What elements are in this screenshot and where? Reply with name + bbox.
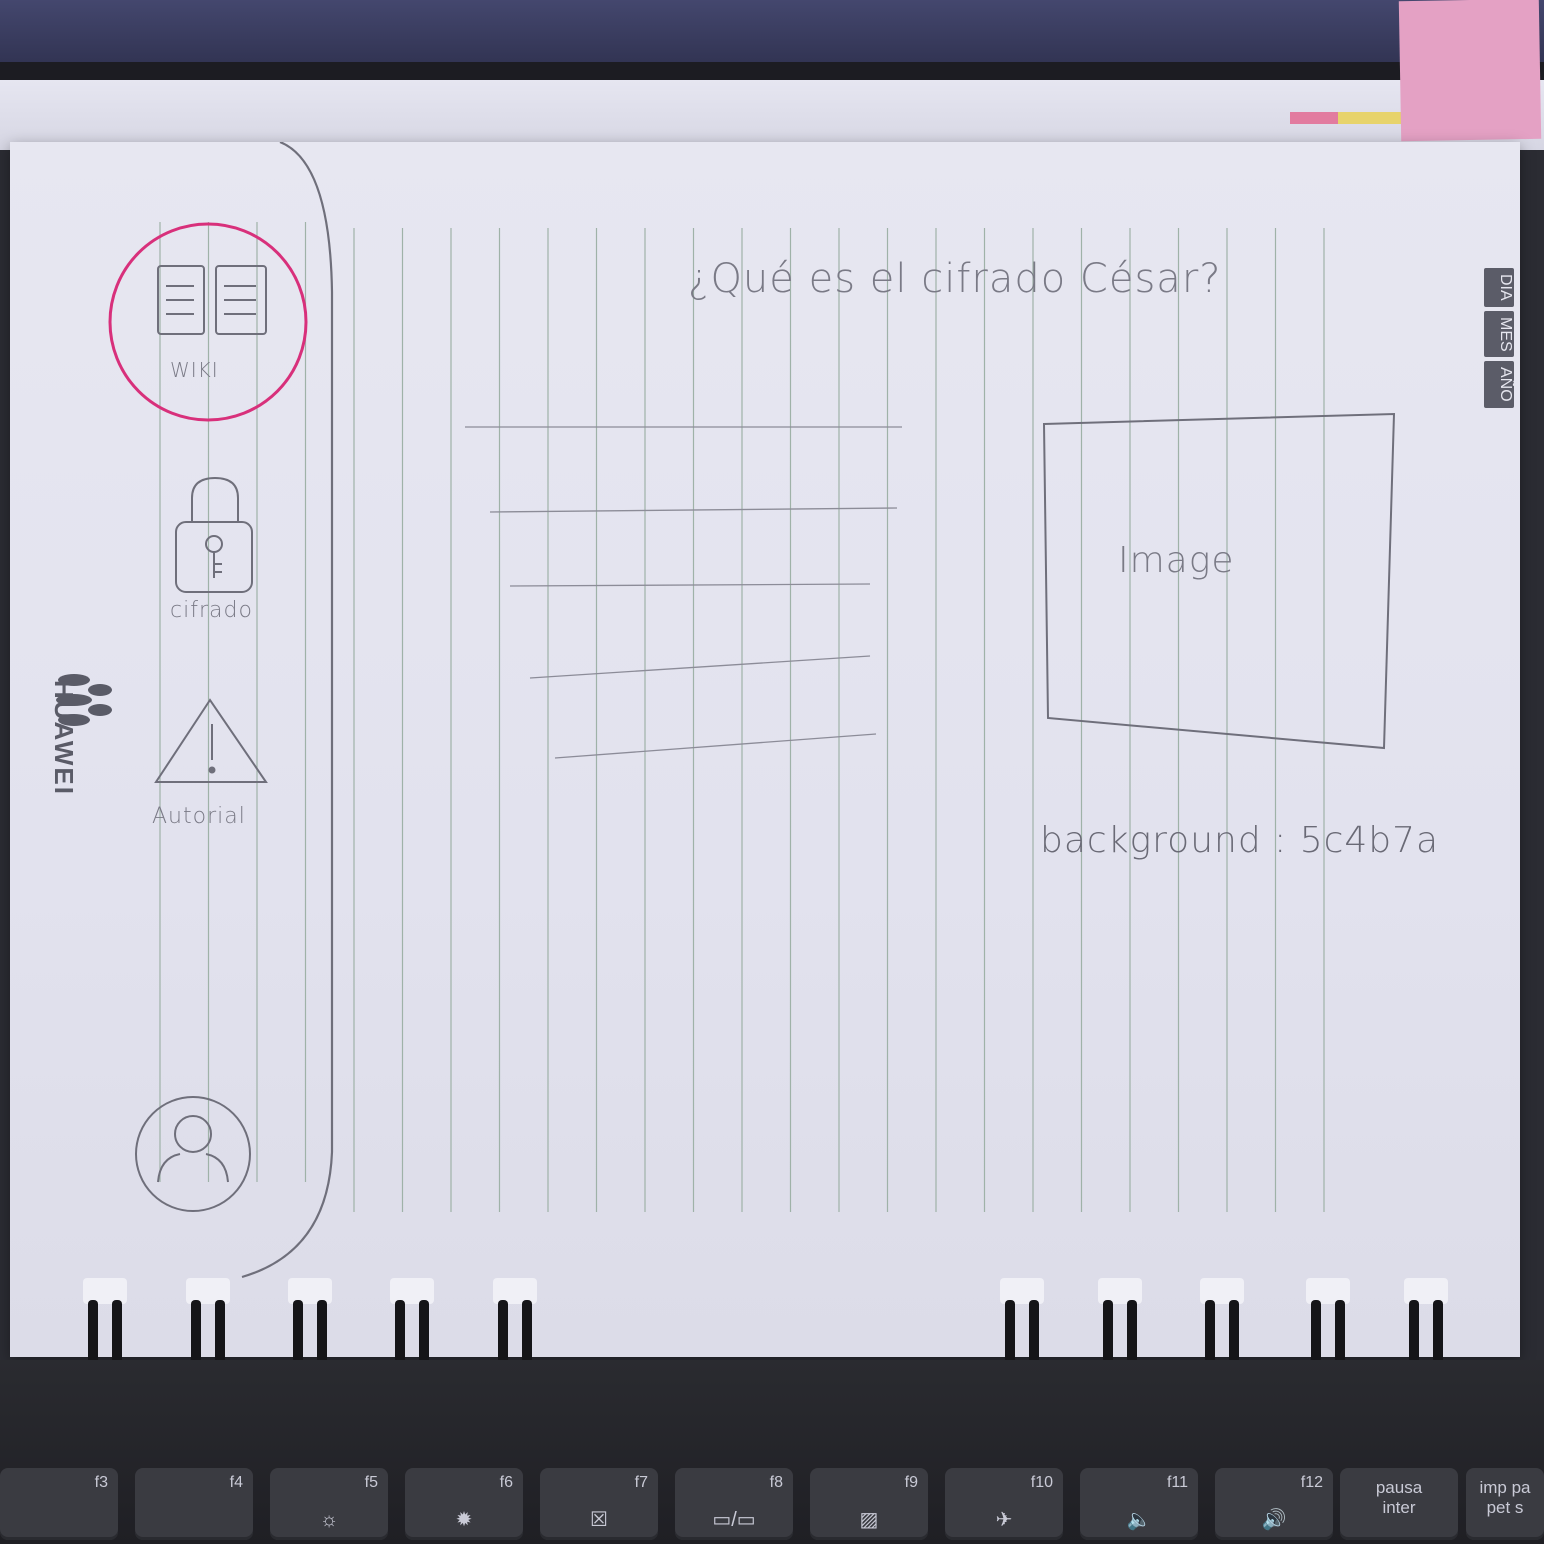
background-color-note: background : 5c4b7a <box>1040 820 1440 861</box>
padlock-key-icon <box>175 476 253 593</box>
key-symbol-icon: ✹ <box>455 1509 473 1531</box>
sticky-tab-strip <box>1290 112 1410 124</box>
key-symbol-icon: 🔊 <box>1261 1509 1287 1531</box>
key-label: imp pa pet s <box>1479 1478 1531 1517</box>
calendar-tab-mes: MES <box>1484 310 1514 358</box>
sketch-title: ¿Qué es el cifrado César? <box>688 256 1222 302</box>
key-f12[interactable]: f12 🔊 <box>1215 1468 1333 1540</box>
key-label: f7 <box>634 1474 648 1491</box>
calendar-tabs: DIA MES AÑO <box>1484 268 1518 412</box>
notebook-page <box>10 142 1520 1357</box>
key-print-key[interactable]: imp pa pet s <box>1466 1468 1544 1540</box>
key-label: f5 <box>364 1474 378 1491</box>
warning-icon <box>154 698 268 783</box>
key-label: f3 <box>94 1474 108 1491</box>
key-f11[interactable]: f11 🔈 <box>1080 1468 1198 1540</box>
key-symbol-icon: ☒ <box>590 1509 608 1531</box>
key-symbol-icon: ▨ <box>859 1509 879 1531</box>
key-f9[interactable]: f9 ▨ <box>810 1468 928 1540</box>
key-symbol-icon: ☼ <box>319 1509 339 1531</box>
key-label: f10 <box>1030 1474 1053 1491</box>
sketch-canvas <box>108 142 1396 1279</box>
key-symbol-icon: ▭/▭ <box>712 1509 756 1531</box>
sidebar-item-autorial-label: Autorial <box>152 804 246 829</box>
text-placeholder-lines <box>465 426 902 759</box>
key-f8[interactable]: f8 ▭/▭ <box>675 1468 793 1540</box>
key-label: f6 <box>499 1474 513 1491</box>
rule-lines <box>159 222 1325 1212</box>
key-label: f9 <box>904 1474 918 1491</box>
image-placeholder-label: Image <box>1118 540 1235 581</box>
sidebar-item-wiki-label: WIKI <box>170 358 219 382</box>
key-symbol-icon: 🔈 <box>1126 1509 1152 1531</box>
brand-label: HUAWEI <box>49 680 79 796</box>
key-label: f8 <box>769 1474 783 1491</box>
image-placeholder-box <box>1042 412 1396 750</box>
key-f7[interactable]: f7 ☒ <box>540 1468 658 1540</box>
key-f4[interactable]: f4 <box>135 1468 253 1540</box>
key-symbol-icon: ✈ <box>995 1509 1013 1531</box>
calendar-tab-dia: DIA <box>1484 268 1514 307</box>
book-icon <box>157 265 267 335</box>
key-f6[interactable]: f6 ✹ <box>405 1468 523 1540</box>
key-f5[interactable]: f5 ☼ <box>270 1468 388 1540</box>
key-label: f4 <box>229 1474 243 1491</box>
sidebar-frame <box>241 142 334 1279</box>
key-f10[interactable]: f10 ✈ <box>945 1468 1063 1540</box>
key-label: f11 <box>1166 1474 1188 1491</box>
sidebar-item-cifrado-label: cifrado <box>170 598 253 623</box>
key-label: f12 <box>1300 1474 1323 1491</box>
user-icon <box>135 1096 251 1212</box>
key-f3[interactable]: f3 <box>0 1468 118 1540</box>
sticky-note <box>1398 0 1542 142</box>
key-pause-key[interactable]: pausa inter <box>1340 1468 1458 1540</box>
key-label: pausa inter <box>1375 1478 1423 1517</box>
calendar-tab-ano: AÑO <box>1484 361 1514 409</box>
